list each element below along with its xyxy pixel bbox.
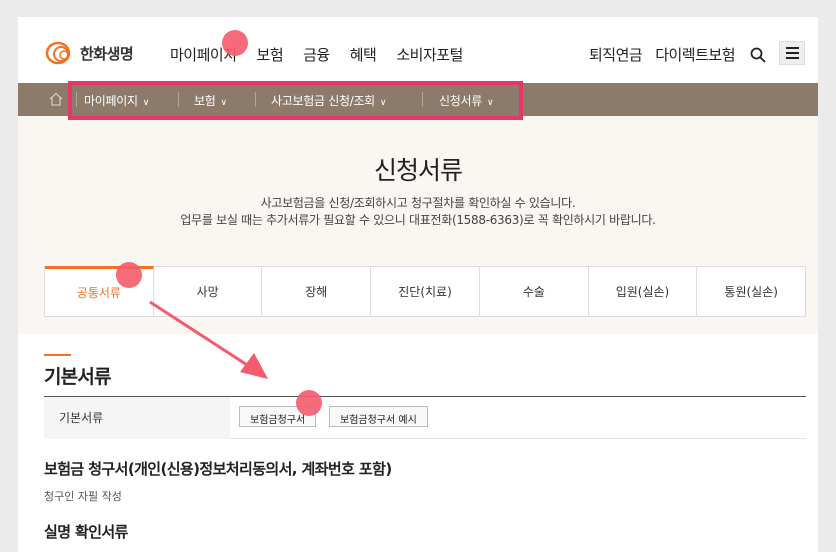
claim-form-example-button[interactable]: 보험금청구서 예시 bbox=[329, 406, 428, 427]
description-line: 사고보험금을 신청/조회하시고 청구절차를 확인하실 수 있습니다. bbox=[260, 196, 576, 210]
tab-death[interactable]: 사망 bbox=[154, 267, 263, 316]
document-tabs: 공통서류 사망 장해 진단(치료) 수술 입원(실손) 통원(실손) bbox=[44, 266, 806, 317]
search-icon[interactable] bbox=[750, 47, 766, 63]
home-icon[interactable] bbox=[49, 92, 63, 106]
row-label: 기본서류 bbox=[44, 397, 230, 439]
section-accent-bar bbox=[44, 354, 71, 356]
tab-outpatient[interactable]: 통원(실손) bbox=[697, 267, 805, 316]
tab-surgery[interactable]: 수술 bbox=[480, 267, 589, 316]
tab-diagnosis[interactable]: 진단(치료) bbox=[371, 267, 480, 316]
description-line: 업무를 보실 때는 추가서류가 필요할 수 있으니 대표전화(1588-6363… bbox=[180, 213, 656, 227]
hamburger-menu-button[interactable] bbox=[779, 41, 805, 65]
page-description: 사고보험금을 신청/조회하시고 청구절차를 확인하실 수 있습니다. 업무를 보… bbox=[18, 195, 818, 229]
logo-text: 한화생명 bbox=[80, 44, 134, 63]
nav-finance[interactable]: 금융 bbox=[303, 44, 330, 65]
nav-direct-insurance[interactable]: 다이렉트보험 bbox=[655, 44, 735, 65]
utility-nav: 퇴직연금 다이렉트보험 bbox=[589, 41, 818, 65]
main-nav: 마이페이지 보험 금융 혜택 소비자포털 bbox=[170, 44, 483, 65]
click-marker bbox=[296, 390, 322, 416]
breadcrumb-highlight-box bbox=[68, 81, 523, 120]
site-header: 한화생명 마이페이지 보험 금융 혜택 소비자포털 퇴직연금 다이렉트보험 bbox=[18, 17, 818, 83]
section-title: 기본서류 bbox=[44, 366, 112, 388]
tab-disability[interactable]: 장해 bbox=[262, 267, 372, 316]
nav-insurance[interactable]: 보험 bbox=[257, 44, 284, 65]
basic-documents-table: 기본서류 보험금청구서 보험금청구서 예시 bbox=[44, 396, 806, 439]
nav-benefits[interactable]: 혜택 bbox=[350, 44, 377, 65]
hanwha-logo-icon bbox=[45, 41, 71, 65]
click-marker bbox=[222, 30, 248, 56]
nav-consumer-portal[interactable]: 소비자포털 bbox=[396, 44, 463, 65]
form-title: 보험금 청구서(개인(신용)정보처리동의서, 계좌번호 포함) bbox=[44, 460, 392, 478]
tab-hospitalization[interactable]: 입원(실손) bbox=[589, 267, 698, 316]
nav-retirement-pension[interactable]: 퇴직연금 bbox=[589, 44, 643, 65]
next-section-title: 실명 확인서류 bbox=[44, 523, 128, 541]
page-title: 신청서류 bbox=[373, 156, 463, 185]
logo[interactable]: 한화생명 bbox=[44, 38, 134, 68]
form-subtitle: 청구인 자필 작성 bbox=[44, 490, 122, 503]
click-marker bbox=[116, 262, 142, 288]
